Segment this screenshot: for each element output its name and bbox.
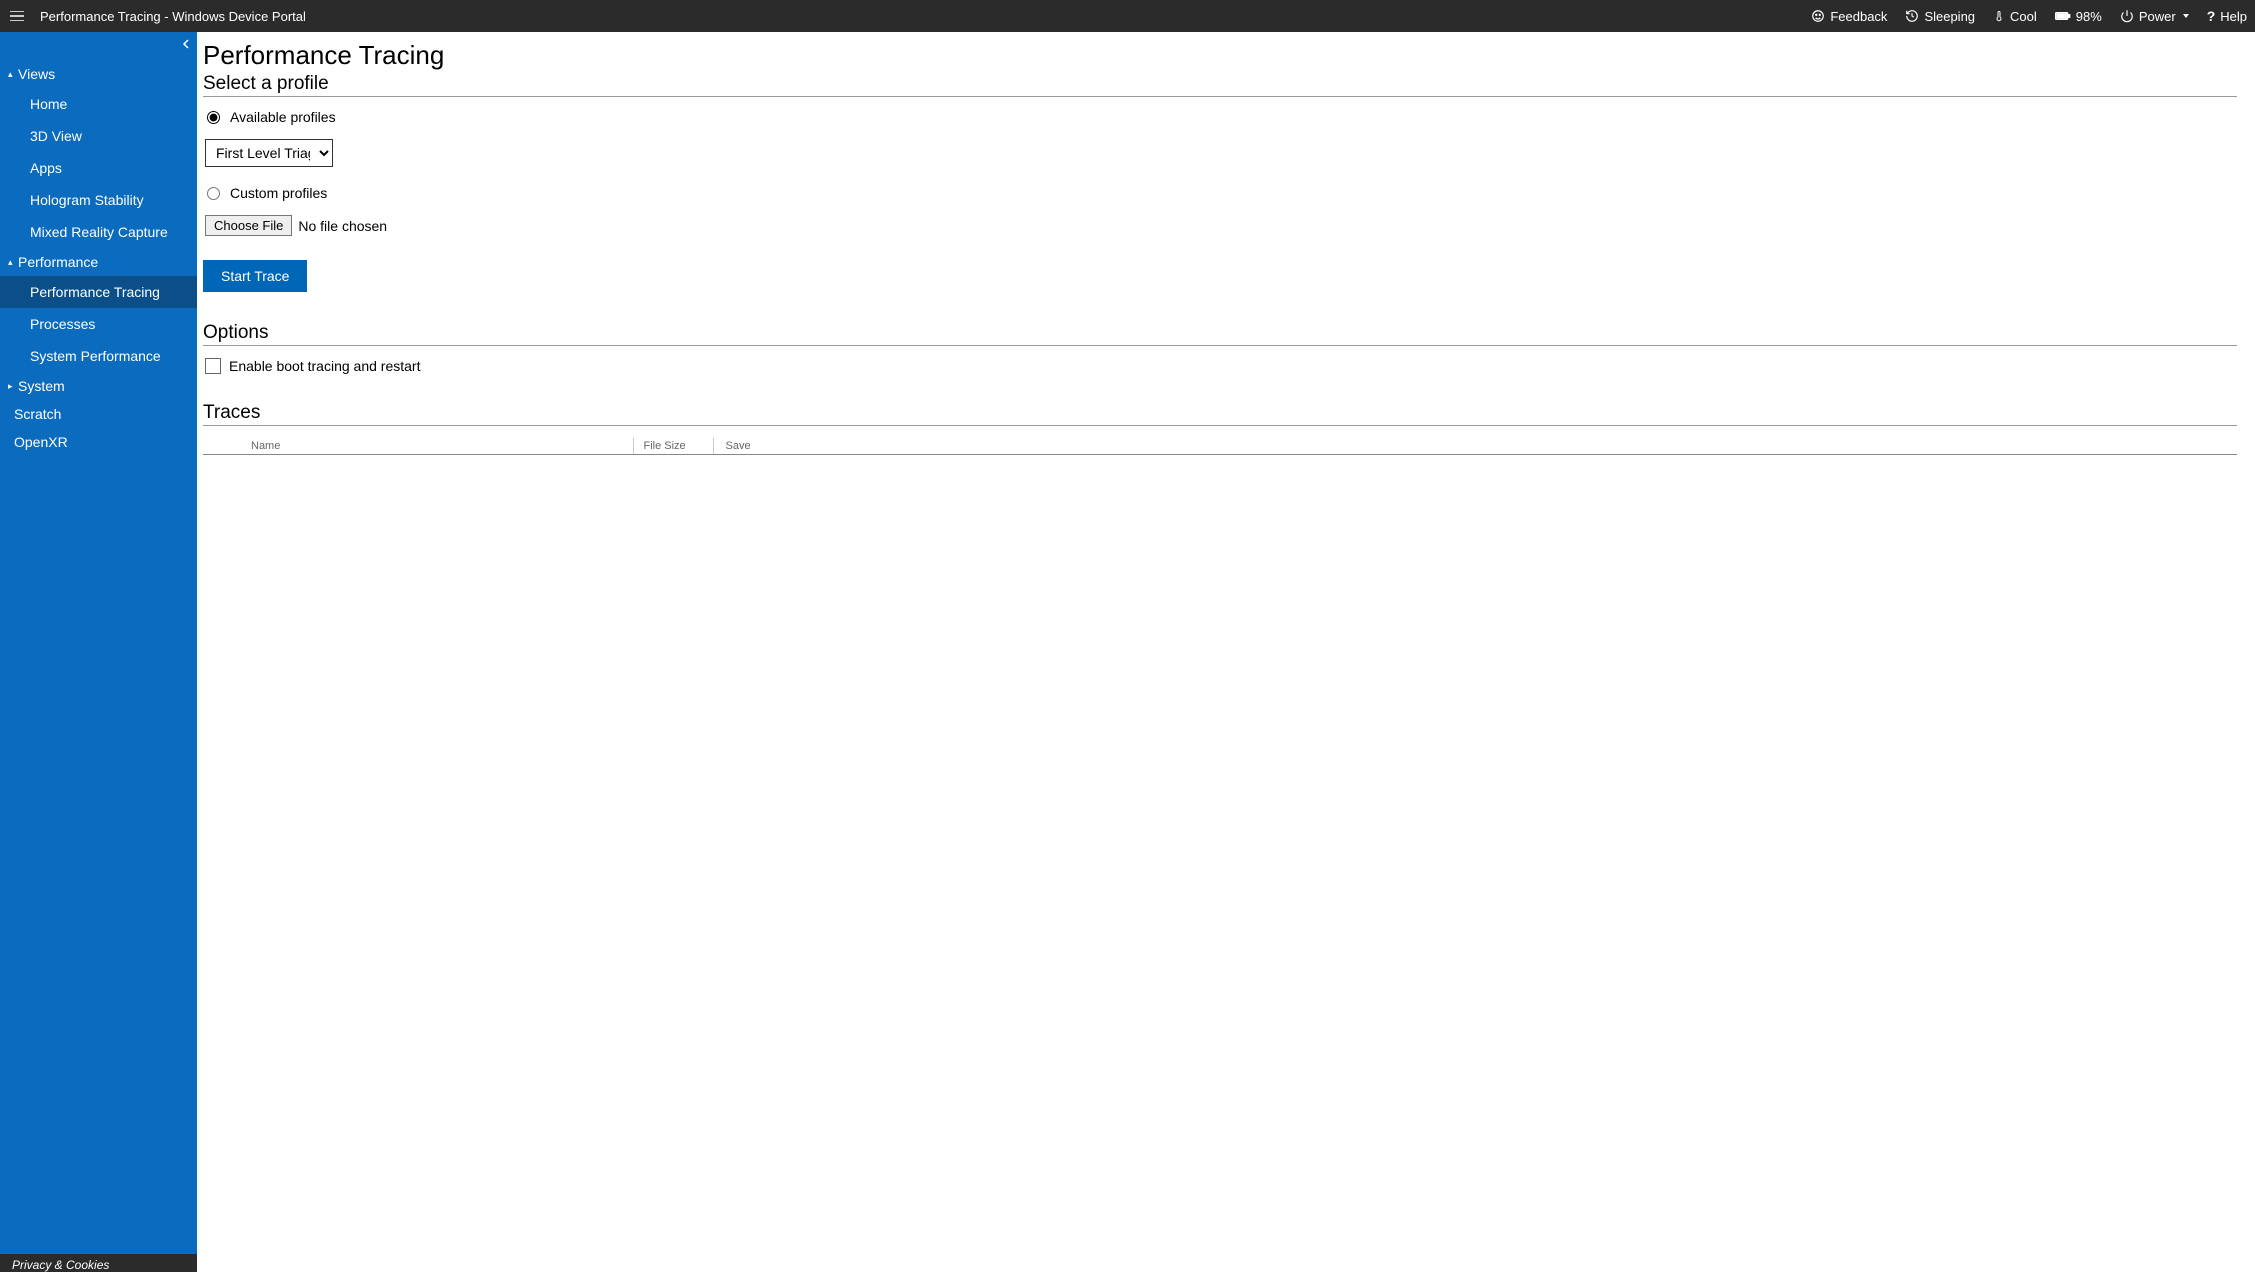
feedback-button[interactable]: Feedback xyxy=(1811,9,1887,24)
help-button[interactable]: ? Help xyxy=(2207,8,2247,24)
nav-item-system-performance[interactable]: System Performance xyxy=(0,340,197,372)
triangle-down-icon: ▴ xyxy=(8,69,16,80)
checkbox-boot-tracing[interactable] xyxy=(205,358,221,374)
thermal-label: Cool xyxy=(2010,9,2037,24)
nav-item-home[interactable]: Home xyxy=(0,88,197,120)
file-chooser-row: Choose File No file chosen xyxy=(205,215,2237,236)
file-chosen-label: No file chosen xyxy=(298,218,387,234)
nav-group-label: System xyxy=(18,378,65,394)
triangle-right-icon: ▸ xyxy=(8,381,16,392)
help-label: Help xyxy=(2220,9,2247,24)
battery-status[interactable]: 98% xyxy=(2055,9,2102,24)
radio-available-label: Available profiles xyxy=(230,109,336,125)
section-options: Options xyxy=(203,322,2237,346)
battery-icon xyxy=(2055,11,2071,21)
page-title: Performance Tracing xyxy=(203,40,2237,71)
section-traces: Traces xyxy=(203,402,2237,426)
nav-group-performance[interactable]: ▴ Performance xyxy=(0,248,197,276)
window-title: Performance Tracing - Windows Device Por… xyxy=(40,9,306,24)
main-content: Performance Tracing Select a profile Ava… xyxy=(197,32,2255,1272)
sleeping-status[interactable]: Sleeping xyxy=(1905,9,1975,24)
power-button[interactable]: Power xyxy=(2120,9,2189,24)
radio-available-profiles[interactable] xyxy=(207,111,220,124)
nav-item-mixed-reality-capture[interactable]: Mixed Reality Capture xyxy=(0,216,197,248)
nav-group-views[interactable]: ▴ Views xyxy=(0,60,197,88)
radio-custom-profiles[interactable] xyxy=(207,187,220,200)
nav-group-label: Views xyxy=(18,66,55,82)
nav-item-performance-tracing[interactable]: Performance Tracing xyxy=(0,276,197,308)
nav-item-processes[interactable]: Processes xyxy=(0,308,197,340)
sidebar-nav: ▴ Views Home 3D View Apps Hologram Stabi… xyxy=(0,32,197,1254)
thermometer-icon xyxy=(1993,9,2005,23)
nav-item-scratch[interactable]: Scratch xyxy=(0,400,197,428)
history-icon xyxy=(1905,9,1919,23)
feedback-icon xyxy=(1811,9,1825,23)
nav-item-apps[interactable]: Apps xyxy=(0,152,197,184)
triangle-down-icon: ▴ xyxy=(8,257,16,268)
nav-item-hologram-stability[interactable]: Hologram Stability xyxy=(0,184,197,216)
topbar-left: Performance Tracing - Windows Device Por… xyxy=(8,9,306,24)
nav-item-3d-view[interactable]: 3D View xyxy=(0,120,197,152)
col-save[interactable]: Save xyxy=(713,438,2237,455)
col-name[interactable]: Name xyxy=(203,438,633,455)
feedback-label: Feedback xyxy=(1830,9,1887,24)
choose-file-button[interactable]: Choose File xyxy=(205,215,292,236)
hamburger-menu-icon[interactable] xyxy=(8,9,26,24)
boot-tracing-row: Enable boot tracing and restart xyxy=(205,358,2237,374)
col-file-size[interactable]: File Size xyxy=(633,438,713,455)
power-label: Power xyxy=(2139,9,2176,24)
privacy-link[interactable]: Privacy & Cookies xyxy=(0,1254,197,1272)
help-icon: ? xyxy=(2207,8,2216,24)
topbar: Performance Tracing - Windows Device Por… xyxy=(0,0,2255,32)
battery-label: 98% xyxy=(2076,9,2102,24)
collapse-sidebar-button[interactable] xyxy=(181,38,191,52)
nav-group-label: Performance xyxy=(18,254,98,270)
chevron-down-icon xyxy=(2183,14,2189,18)
radio-available-row: Available profiles xyxy=(207,109,2237,125)
section-select-profile: Select a profile xyxy=(203,73,2237,97)
nav-item-openxr[interactable]: OpenXR xyxy=(0,428,197,456)
radio-custom-label: Custom profiles xyxy=(230,185,327,201)
checkbox-boot-label: Enable boot tracing and restart xyxy=(229,358,420,374)
start-trace-button[interactable]: Start Trace xyxy=(203,260,307,292)
profile-select[interactable]: First Level Triage xyxy=(205,139,333,167)
traces-table: Name File Size Save xyxy=(203,438,2237,455)
sidebar: ▴ Views Home 3D View Apps Hologram Stabi… xyxy=(0,32,197,1272)
thermal-status[interactable]: Cool xyxy=(1993,9,2037,24)
topbar-right: Feedback Sleeping Cool 98% Power xyxy=(1811,8,2247,24)
radio-custom-row: Custom profiles xyxy=(207,185,2237,201)
nav-group-system[interactable]: ▸ System xyxy=(0,372,197,400)
sleeping-label: Sleeping xyxy=(1924,9,1975,24)
power-icon xyxy=(2120,9,2134,23)
